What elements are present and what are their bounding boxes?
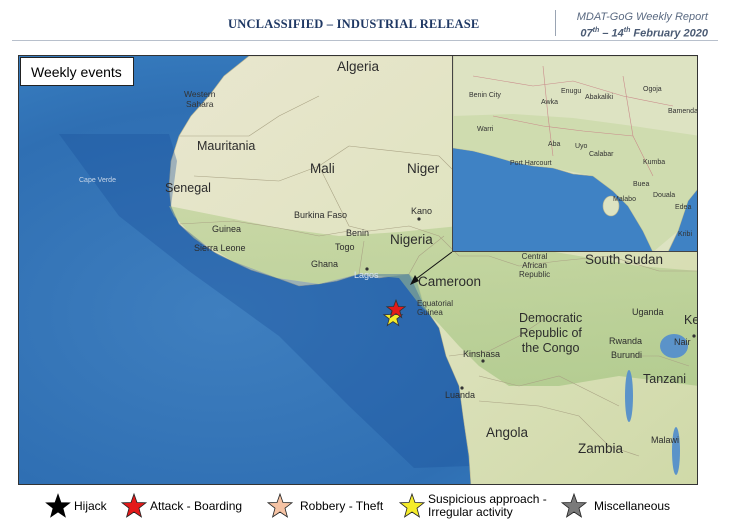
label-mali: Mali [310,161,335,176]
header-rule [12,40,718,41]
label-benin: Benin [346,228,370,238]
inset-label-kumba: Kumba [643,159,666,166]
report-dates: 07th – 14th February 2020 [580,27,708,40]
map-legend: Hijack Attack - Boarding Robbery - Theft… [0,486,729,532]
label-kenya: Ke [684,313,698,327]
legend-item-suspicious-approach: Suspicious approach - Irregular activity [398,491,547,521]
label-tanzania: Tanzani [643,372,687,386]
label-algeria: Algeria [337,59,380,74]
robbery-theft-star-icon [266,492,294,518]
label-kinshasa: Kinshasa [463,349,501,359]
label-ghana: Ghana [311,259,339,269]
weekly-events-label: Weekly events [20,57,134,86]
inset-label-edea: Edea [675,204,692,211]
legend-label-attack-boarding: Attack - Boarding [150,498,243,513]
inset-label-enugu: Enugu [561,88,582,95]
inset-label-bamenda: Bamenda [668,108,698,115]
map-panel[interactable]: Weekly events Algeria Western Sahara Mau… [18,55,698,485]
inset-map-niger-delta: Benin City Enugu Awka Abakaliki Warri Og… [452,56,698,252]
label-western-sahara: Western Sahara [184,89,216,109]
inset-label-warri: Warri [477,126,494,133]
lake-tanganyika [625,370,633,422]
label-drc: Democratic Republic of the Congo [519,311,583,355]
report-title: MDAT-GoG Weekly Report [576,11,708,23]
city-dot-kinshasa [481,359,485,363]
label-sierra-leone: Sierra Leone [194,243,246,253]
classification-title: UNCLASSIFIED – INDUSTRIAL RELEASE [228,17,480,31]
header-separator [555,10,556,36]
legend-label-robbery-theft: Robbery - Theft [300,498,384,513]
legend-item-robbery-theft: Robbery - Theft [266,491,383,521]
city-dot-kano [417,217,421,221]
legend-label-miscellaneous: Miscellaneous [594,498,671,513]
label-nigeria: Nigeria [390,232,433,247]
label-luanda: Luanda [445,390,476,400]
label-lagos: Lagos [354,270,379,280]
label-rwanda: Rwanda [609,336,643,346]
inset-label-awka: Awka [541,99,558,106]
legend-label-hijack: Hijack [74,498,107,513]
inset-label-aba: Aba [548,141,561,148]
inset-label-malabo: Malabo [613,196,636,203]
label-malawi: Malawi [651,435,680,445]
inset-label-kribi: Kribi [678,231,693,238]
inset-label-calabar: Calabar [589,151,614,158]
label-car: Central African Republic [519,252,551,279]
inset-label-uyo: Uyo [575,143,588,150]
label-kano: Kano [411,206,433,216]
legend-item-attack-boarding: Attack - Boarding [120,491,242,521]
legend-label-suspicious-approach: Suspicious approach - Irregular activity [428,492,547,519]
label-cape-verde: Cape Verde [79,177,116,184]
inset-label-abakaliki: Abakaliki [585,94,614,101]
report-header: UNCLASSIFIED – INDUSTRIAL RELEASE MDAT-G… [0,0,729,44]
label-niger: Niger [407,161,440,176]
inset-label-port-harcourt: Port Harcourt [510,160,552,167]
label-guinea: Guinea [212,224,242,234]
label-uganda: Uganda [632,307,664,317]
label-zambia: Zambia [578,441,624,456]
attack-boarding-star-icon [120,492,148,518]
city-dot-nairobi [692,334,696,338]
legend-item-miscellaneous: Miscellaneous [560,491,670,521]
label-nairobi: Nair [674,337,691,347]
suspicious-approach-star-icon [398,492,426,518]
hijack-star-icon [45,493,71,518]
inset-label-benin-city: Benin City [469,92,501,99]
label-cameroon: Cameroon [418,274,482,289]
label-south-sudan: South Sudan [585,252,664,267]
miscellaneous-star-icon [560,492,588,518]
label-senegal: Senegal [165,181,211,195]
inset-label-ogoja: Ogoja [643,86,662,93]
inset-label-buea: Buea [633,181,650,188]
label-togo: Togo [335,242,355,252]
label-angola: Angola [486,425,529,440]
legend-item-hijack: Hijack [44,491,107,521]
label-mauritania: Mauritania [197,139,256,153]
inset-label-douala: Douala [653,192,676,199]
report-info: MDAT-GoG Weekly Report 07th – 14th Febru… [577,10,708,41]
label-burundi: Burundi [611,350,643,360]
label-burkina-faso: Burkina Faso [294,210,348,220]
label-equatorial-guinea: Equatorial Guinea [417,299,454,317]
